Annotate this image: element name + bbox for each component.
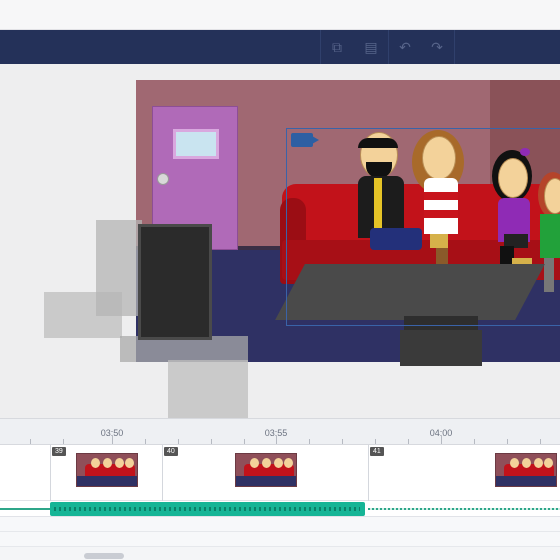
copy-button[interactable]: ⧉	[322, 34, 352, 60]
ruler-tick	[211, 439, 212, 444]
ruler-tick	[30, 439, 31, 444]
ruler-tick	[507, 439, 508, 444]
ruler-tick	[375, 439, 376, 444]
window-top-strip	[0, 0, 560, 30]
clip-number-39: 39	[52, 447, 66, 456]
empty-track[interactable]	[0, 517, 560, 532]
clip-thumbnail-39[interactable]	[76, 453, 138, 487]
paste-icon: ▤	[364, 38, 378, 55]
clip-number-41: 41	[370, 447, 384, 456]
selected-waveform	[54, 507, 360, 511]
ghost-stand-leg	[168, 360, 248, 418]
video-track[interactable]: 39 40 41	[0, 445, 560, 501]
ruler-tick	[145, 439, 146, 444]
toolbar-separator	[320, 30, 321, 64]
ghost-tv-side	[96, 220, 142, 316]
paste-button[interactable]: ▤	[356, 34, 386, 60]
audio-track[interactable]	[0, 501, 560, 517]
camera-frame[interactable]	[286, 128, 560, 326]
audio-waveform	[368, 508, 560, 510]
undo-button[interactable]: ↶	[390, 34, 420, 60]
tv-prop[interactable]	[138, 224, 212, 340]
ruler-tick	[474, 439, 475, 444]
editor-toolbar: ⧉ ▤ ↶ ↷	[0, 30, 560, 64]
ruler-tick	[342, 439, 343, 444]
undo-icon: ↶	[399, 38, 411, 55]
clip-number-40: 40	[164, 447, 178, 456]
copy-icon: ⧉	[332, 38, 342, 55]
clip-divider	[368, 445, 369, 501]
toolbar-separator	[388, 30, 389, 64]
door-knob	[157, 173, 169, 185]
ruler-tick	[178, 439, 179, 444]
timeline-ruler[interactable]: 03:50 03:55 04:00	[0, 419, 560, 445]
ruler-tick	[309, 439, 310, 444]
clip-thumbnail-40[interactable]	[235, 453, 297, 487]
ruler-major-tick	[112, 436, 113, 444]
timeline-panel: 03:50 03:55 04:00 39 40 41	[0, 418, 560, 560]
ruler-tick	[540, 439, 541, 444]
table-leg-overflow	[400, 330, 482, 366]
ruler-major-tick	[441, 436, 442, 444]
clip-divider	[50, 445, 51, 501]
door-window	[173, 129, 219, 159]
clip-divider	[162, 445, 163, 501]
toolbar-separator	[454, 30, 455, 64]
ruler-major-tick	[276, 436, 277, 444]
redo-icon: ↷	[431, 38, 443, 55]
horizontal-scrollbar-thumb[interactable]	[84, 553, 124, 559]
clip-thumbnail-41[interactable]	[495, 453, 557, 487]
audio-waveform	[0, 508, 50, 510]
ruler-tick	[408, 439, 409, 444]
redo-button[interactable]: ↷	[422, 34, 452, 60]
ruler-tick	[244, 439, 245, 444]
ruler-tick	[63, 439, 64, 444]
empty-track[interactable]	[0, 532, 560, 547]
camera-icon[interactable]	[291, 133, 319, 147]
